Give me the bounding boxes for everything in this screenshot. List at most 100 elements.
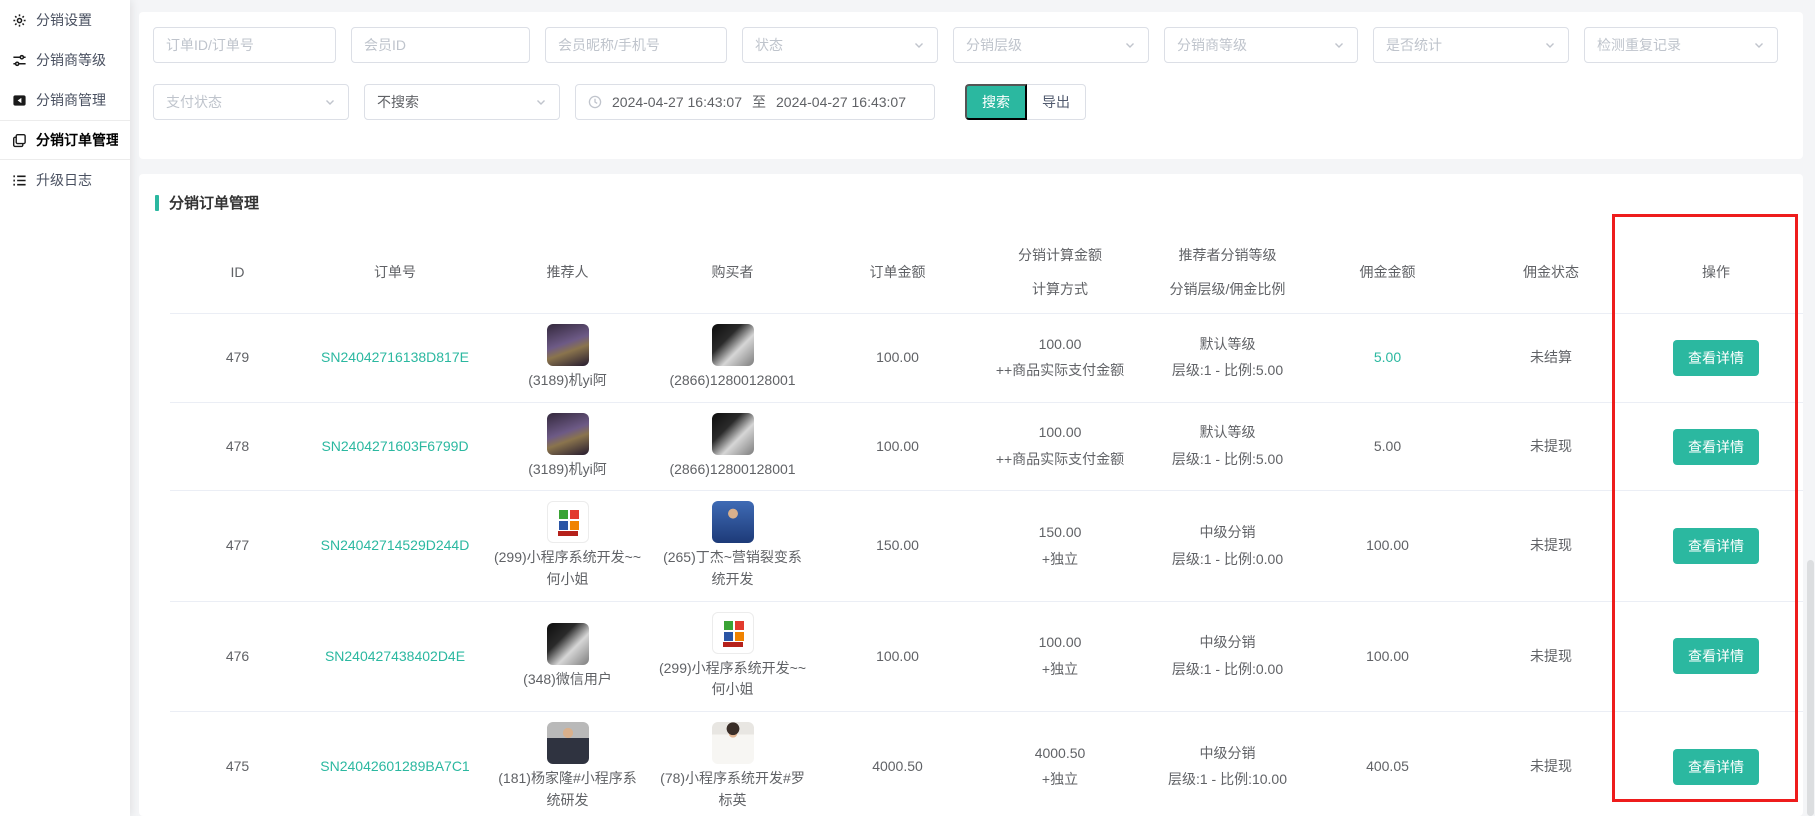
order-no-link[interactable]: SN24042716138D817E (321, 349, 469, 365)
is-statistic-select[interactable]: 是否统计 (1373, 27, 1569, 63)
cell-grade: 默认等级 层级:1 - 比例:5.00 (1140, 334, 1315, 382)
cell-commission: 100.00 (1315, 535, 1460, 557)
calc-amount: 4000.50 (988, 743, 1132, 765)
date-range-picker[interactable]: 2024-04-27 16:43:07 至 2024-04-27 16:43:0… (575, 84, 935, 120)
cell-commission-status: 未提现 (1460, 646, 1642, 668)
order-id-input[interactable] (153, 27, 336, 63)
status-select[interactable]: 状态 (742, 27, 938, 63)
referrer-cell: (181)杨家隆#小程序系统研发 (493, 722, 642, 811)
table-row: 476 SN240427438402D4E (348)微信用户 (299)小程序… (170, 601, 1803, 711)
header-order-no: 订单号 (305, 262, 485, 284)
cell-calc: 100.00 ++商品实际支付金额 (980, 334, 1140, 382)
referrer-cell: (3189)机yi阿 (493, 413, 642, 481)
cell-order-amount: 4000.50 (815, 756, 980, 778)
header-commission-status: 佣金状态 (1460, 262, 1642, 284)
header-calc-amount: 分销计算金额 计算方式 (980, 245, 1140, 300)
level-ratio: 层级:1 - 比例:5.00 (1148, 449, 1307, 471)
title-accent-bar (155, 195, 159, 211)
sidebar-item-upgrade-log[interactable]: 升级日志 (0, 160, 130, 200)
cell-id: 477 (170, 535, 305, 557)
order-table-panel: 分销订单管理 ID 订单号 推荐人 购买者 订单金额 分销计算金额 计算方式 推… (139, 174, 1803, 816)
table-row: 479 SN24042716138D817E (3189)机yi阿 (2866)… (170, 313, 1803, 402)
cell-id: 476 (170, 646, 305, 668)
grade-name: 中级分销 (1148, 743, 1307, 765)
referrer-name: (3189)机yi阿 (528, 459, 607, 481)
table-row: 478 SN2404271603F6799D (3189)机yi阿 (2866)… (170, 402, 1803, 491)
referrer-name: (299)小程序系统开发~~何小姐 (493, 547, 642, 590)
order-no-link[interactable]: SN240427438402D4E (325, 648, 465, 664)
view-detail-button[interactable]: 查看详情 (1673, 340, 1759, 376)
order-no-link[interactable]: SN24042601289BA7C1 (320, 758, 469, 774)
buyer-avatar (712, 324, 754, 366)
duplicate-check-select-value: 检测重复记录 (1597, 35, 1681, 55)
buyer-avatar (712, 501, 754, 543)
view-detail-button[interactable]: 查看详情 (1673, 528, 1759, 564)
pay-status-select[interactable]: 支付状态 (153, 84, 349, 120)
sidebar-item-distribution-settings[interactable]: 分销设置 (0, 0, 130, 40)
duplicate-check-select[interactable]: 检测重复记录 (1584, 27, 1778, 63)
grade-name: 默认等级 (1148, 422, 1307, 444)
distributor-grade-select[interactable]: 分销商等级 (1164, 27, 1358, 63)
cell-order-amount: 100.00 (815, 347, 980, 369)
table-row: 477 SN24042714529D244D (299)小程序系统开发~~何小姐… (170, 490, 1803, 600)
distributor-icon (12, 93, 27, 108)
order-no-link[interactable]: SN24042714529D244D (321, 537, 470, 553)
cell-grade: 中级分销 层级:1 - 比例:0.00 (1140, 522, 1315, 570)
view-detail-button[interactable]: 查看详情 (1673, 429, 1759, 465)
member-id-input[interactable] (351, 27, 530, 63)
cell-commission-status: 未结算 (1460, 347, 1642, 369)
buyer-name: (2866)12800128001 (669, 370, 795, 392)
cell-grade: 中级分销 层级:1 - 比例:10.00 (1140, 743, 1315, 791)
cell-grade: 默认等级 层级:1 - 比例:5.00 (1140, 422, 1315, 470)
orders-icon (12, 133, 27, 148)
cell-commission: 5.00 (1315, 347, 1460, 369)
buyer-cell: (265)丁杰~营销裂变系统开发 (658, 501, 807, 590)
gear-icon (12, 13, 27, 28)
level-ratio: 层级:1 - 比例:10.00 (1148, 769, 1307, 791)
order-no-link[interactable]: SN2404271603F6799D (321, 438, 468, 454)
header-calc-method-line2: 计算方式 (988, 279, 1132, 301)
referrer-avatar (547, 623, 589, 665)
distribution-admin-page: 分销设置 分销商等级 分销商管理 分销订单管理 升级日志 (0, 0, 1815, 816)
cell-commission: 400.05 (1315, 756, 1460, 778)
grade-name: 中级分销 (1148, 632, 1307, 654)
page-title: 分销订单管理 (169, 192, 259, 213)
table-row: 475 SN24042601289BA7C1 (181)杨家隆#小程序系统研发 … (170, 711, 1803, 816)
chevron-down-icon (1753, 39, 1765, 51)
vertical-scrollbar[interactable] (1807, 560, 1814, 816)
cell-id: 478 (170, 436, 305, 458)
cell-commission-status: 未提现 (1460, 436, 1642, 458)
buyer-name: (78)小程序系统开发#罗标英 (658, 768, 807, 811)
grade-name: 中级分销 (1148, 522, 1307, 544)
cell-calc: 150.00 +独立 (980, 522, 1140, 570)
sidebar-item-distribution-orders[interactable]: 分销订单管理 (0, 120, 130, 160)
cell-id: 475 (170, 756, 305, 778)
sidebar-item-distributor-grade[interactable]: 分销商等级 (0, 40, 130, 80)
cell-id: 479 (170, 347, 305, 369)
chevron-down-icon (535, 96, 547, 108)
level-ratio: 层级:1 - 比例:0.00 (1148, 549, 1307, 571)
view-detail-button[interactable]: 查看详情 (1673, 749, 1759, 785)
buyer-name: (265)丁杰~营销裂变系统开发 (658, 547, 807, 590)
clock-icon (588, 95, 602, 109)
export-button[interactable]: 导出 (1027, 84, 1086, 120)
date-separator: 至 (752, 92, 766, 112)
cell-commission: 100.00 (1315, 646, 1460, 668)
buyer-cell: (299)小程序系统开发~~何小姐 (658, 612, 807, 701)
sidebar-item-distributor-management[interactable]: 分销商管理 (0, 80, 130, 120)
calc-method: +独立 (988, 549, 1132, 571)
search-button[interactable]: 搜索 (965, 84, 1027, 120)
header-grade-line1: 推荐者分销等级 (1148, 245, 1307, 267)
search-mode-select[interactable]: 不搜索 (364, 84, 560, 120)
sidebar: 分销设置 分销商等级 分销商管理 分销订单管理 升级日志 (0, 0, 130, 816)
buyer-cell: (2866)12800128001 (658, 413, 807, 481)
member-nick-input[interactable] (545, 27, 727, 63)
header-buyer: 购买者 (650, 262, 815, 284)
level-ratio: 层级:1 - 比例:0.00 (1148, 659, 1307, 681)
referrer-cell: (348)微信用户 (493, 623, 642, 691)
view-detail-button[interactable]: 查看详情 (1673, 638, 1759, 674)
header-referrer: 推荐人 (485, 262, 650, 284)
level-select[interactable]: 分销层级 (953, 27, 1149, 63)
search-mode-select-value: 不搜索 (377, 92, 419, 112)
calc-method: +独立 (988, 659, 1132, 681)
